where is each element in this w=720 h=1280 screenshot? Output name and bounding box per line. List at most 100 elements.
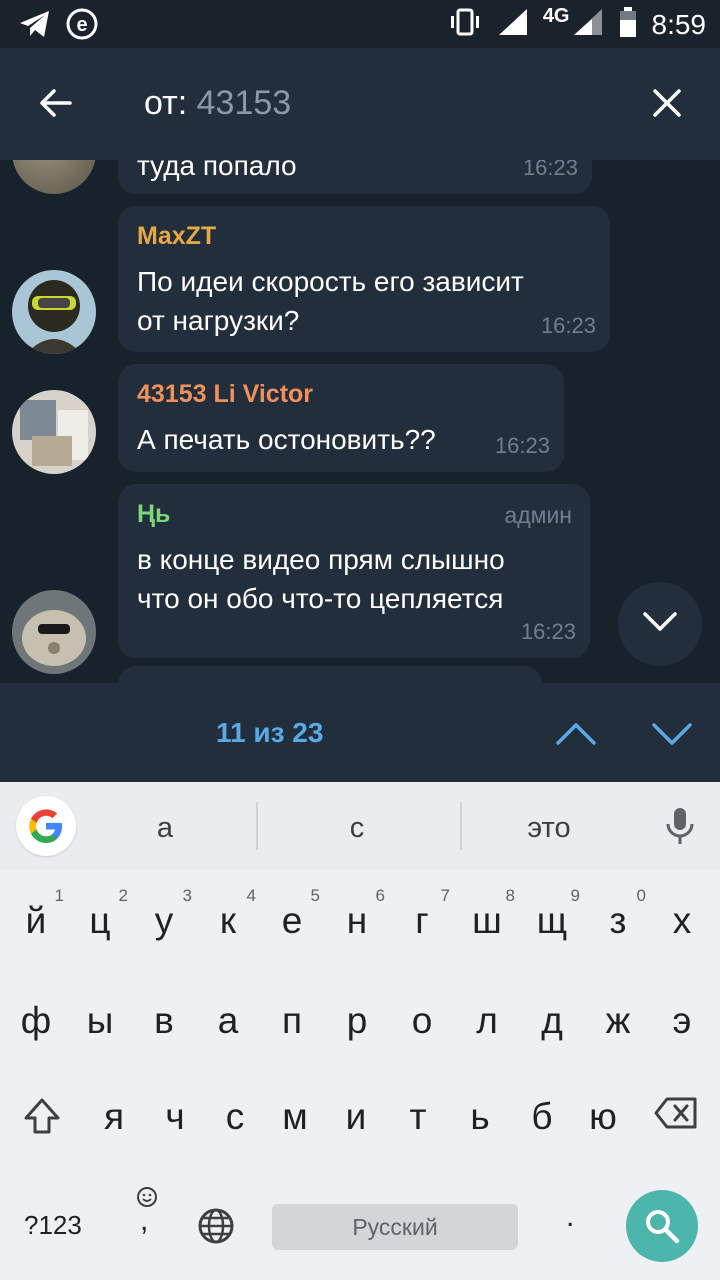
search-result-counter: 11 из 23 [216, 717, 324, 748]
next-result-button[interactable] [648, 713, 696, 753]
vibrate-icon [447, 7, 483, 42]
chevron-down-icon [642, 611, 678, 638]
search-navigation-bar: 11 из 23 [0, 683, 720, 782]
key[interactable]: э [652, 1000, 712, 1042]
key[interactable]: я [84, 1096, 144, 1138]
search-icon [646, 1210, 680, 1244]
divider [460, 802, 462, 850]
key[interactable]: м [265, 1096, 325, 1138]
sender-name[interactable]: 43153 Li Victor [137, 380, 313, 409]
key[interactable]: щ9 [522, 886, 582, 942]
message-line: По идеи скорость его зависит [137, 266, 524, 297]
message-text: туда попало [137, 160, 297, 181]
status-bar: e 4G 8:59 [0, 0, 720, 48]
signal-icon [572, 7, 604, 42]
key[interactable]: б [512, 1096, 572, 1138]
key[interactable]: ц2 [70, 886, 130, 942]
e-icon: e [66, 8, 98, 45]
close-icon [652, 88, 682, 123]
key[interactable]: и [326, 1096, 386, 1138]
globe-icon [198, 1208, 234, 1244]
search-query: 43153 [196, 84, 292, 122]
svg-text:e: e [76, 14, 87, 36]
backspace-key[interactable] [646, 1096, 706, 1139]
message-time: 16:23 [520, 619, 576, 644]
key[interactable]: р [327, 1000, 387, 1042]
space-bar[interactable]: Русский [272, 1204, 518, 1250]
chevron-down-icon [652, 723, 692, 745]
key[interactable]: г7 [392, 886, 452, 942]
key[interactable]: т [388, 1096, 448, 1138]
key[interactable]: к4 [198, 886, 258, 942]
suggestion-1[interactable]: а [110, 812, 220, 845]
key[interactable]: ч [145, 1096, 205, 1138]
key[interactable]: д [522, 1000, 582, 1042]
key[interactable]: п [262, 1000, 322, 1042]
chevron-up-icon [556, 723, 596, 745]
message-text: А печать остоновить?? [137, 424, 436, 455]
message-bubble[interactable]: MaxZT По идеи скорость его зависит от на… [118, 206, 610, 352]
message-line: от нагрузки? [137, 305, 300, 336]
key[interactable]: в [134, 1000, 194, 1042]
message-line: в конце видео прям слышно [137, 544, 505, 575]
search-key[interactable] [626, 1190, 698, 1262]
emoji-comma-key[interactable]: , [132, 1186, 162, 1256]
key[interactable]: л [457, 1000, 517, 1042]
admin-badge: админ [504, 502, 572, 528]
avatar[interactable] [12, 590, 96, 674]
key[interactable]: е5 [262, 886, 322, 942]
key[interactable]: з0 [588, 886, 648, 942]
key[interactable]: н6 [327, 886, 387, 942]
battery-icon [618, 6, 638, 43]
avatar[interactable] [12, 390, 96, 474]
message-bubble[interactable]: туда попало 16:23 [118, 160, 592, 194]
google-icon[interactable] [16, 796, 76, 856]
message-text: в конце видео прям слышно что он обо что… [137, 540, 505, 618]
message-list[interactable]: туда попало 16:23 MaxZT По идеи скорость… [0, 160, 720, 683]
signal-icon [497, 7, 529, 42]
backspace-icon [654, 1097, 697, 1129]
avatar[interactable] [12, 270, 96, 354]
key[interactable]: с [205, 1096, 265, 1138]
sender-name[interactable]: Ңь [137, 500, 170, 529]
close-button[interactable] [640, 78, 694, 132]
key[interactable]: ы [70, 1000, 130, 1042]
message-line: что он обо что-то цепляется [137, 583, 504, 614]
key[interactable]: ж [588, 1000, 648, 1042]
key[interactable]: х [652, 900, 712, 942]
previous-result-button[interactable] [552, 713, 600, 753]
comma-label: , [140, 1204, 149, 1237]
key[interactable]: ш8 [457, 886, 517, 942]
suggestion-3[interactable]: это [494, 812, 604, 845]
sender-name[interactable]: MaxZT [137, 222, 216, 251]
message-bubble[interactable] [118, 666, 542, 683]
mic-icon[interactable] [664, 806, 696, 851]
message-bubble[interactable]: 43153 Li Victor А печать остоновить?? 16… [118, 364, 564, 472]
key[interactable]: ю [573, 1096, 633, 1138]
shift-icon [24, 1098, 60, 1134]
symbols-key[interactable]: ?123 [24, 1210, 82, 1241]
search-input[interactable]: от: 43153 [144, 84, 291, 123]
key[interactable]: ь [450, 1096, 510, 1138]
clock: 8:59 [651, 8, 707, 40]
shift-key[interactable] [12, 1096, 72, 1145]
divider [256, 802, 258, 850]
key[interactable]: у3 [134, 886, 194, 942]
scroll-down-button[interactable] [618, 582, 702, 666]
avatar[interactable] [12, 160, 96, 194]
suggestion-2[interactable]: с [302, 812, 412, 845]
arrow-left-icon [38, 88, 72, 123]
key[interactable]: й1 [6, 886, 66, 942]
key-area: й1 ц2 у3 к4 е5 н6 г7 ш8 щ9 з0 х ф ы в а … [0, 870, 720, 1280]
period-key[interactable]: . [566, 1200, 574, 1234]
telegram-icon [18, 9, 52, 44]
search-header: от: 43153 [0, 48, 720, 160]
message-text: По идеи скорость его зависит от нагрузки… [137, 262, 524, 340]
language-key[interactable] [196, 1206, 236, 1251]
key-row-bottom: ?123 , Русский . [0, 1186, 720, 1280]
back-button[interactable] [28, 78, 82, 132]
key[interactable]: о [392, 1000, 452, 1042]
key[interactable]: а [198, 1000, 258, 1042]
message-bubble[interactable]: Ңь админ в конце видео прям слышно что о… [118, 484, 590, 658]
key[interactable]: ф [6, 1000, 66, 1042]
